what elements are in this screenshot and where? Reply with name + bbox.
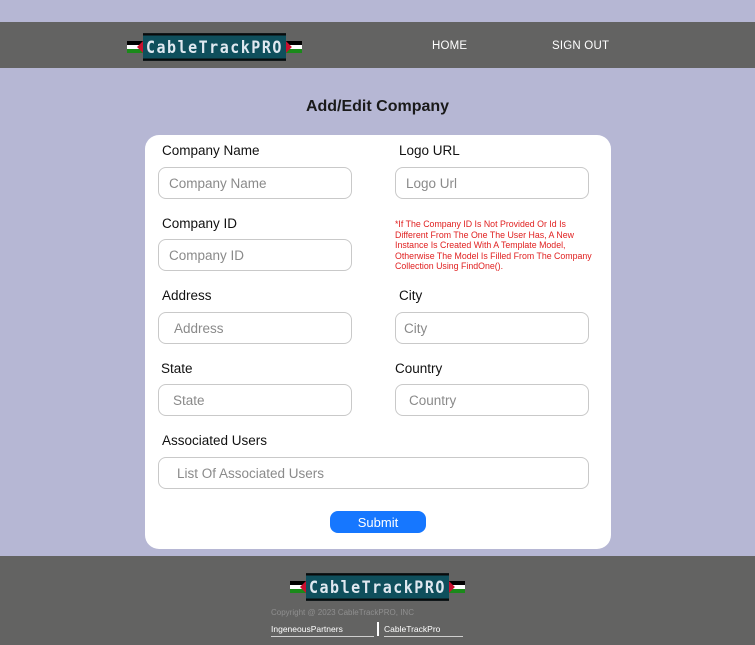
flag-icon xyxy=(448,581,465,593)
city-input[interactable] xyxy=(395,312,589,344)
footer-divider xyxy=(377,622,379,636)
submit-button[interactable]: Submit xyxy=(330,511,426,533)
flag-icon xyxy=(127,41,143,53)
company-id-input[interactable] xyxy=(158,239,352,271)
country-label: Country xyxy=(395,361,443,376)
nav-sign-out-link[interactable]: SIGN OUT xyxy=(552,40,609,52)
page-title: Add/Edit Company xyxy=(305,98,450,115)
footer-link-cabletrackpro[interactable]: CableTrackPro xyxy=(384,624,463,637)
logo-wordmark: CableTrackPRO xyxy=(306,573,449,601)
footer-logo[interactable]: CableTrackPRO xyxy=(290,573,465,601)
associated-users-label: Associated Users xyxy=(162,433,268,448)
state-input[interactable] xyxy=(158,384,352,416)
company-id-note: *If The Company ID Is Not Provided Or Id… xyxy=(395,219,592,271)
address-input[interactable] xyxy=(158,312,352,344)
footer: CableTrackPRO Copyright @ 2023 CableTrac… xyxy=(0,556,755,645)
address-label: Address xyxy=(162,288,212,303)
footer-link-ingeneous-partners[interactable]: IngeneousPartners xyxy=(271,624,374,637)
copyright-text: Copyright @ 2023 CableTrackPRO, INC xyxy=(271,608,414,617)
flag-icon xyxy=(285,41,302,53)
country-input[interactable] xyxy=(395,384,589,416)
logo-url-input[interactable] xyxy=(395,167,589,199)
logo-wordmark: CableTrackPRO xyxy=(143,33,286,61)
company-name-label: Company Name xyxy=(162,143,260,158)
flag-icon xyxy=(290,581,306,593)
navbar xyxy=(0,22,755,68)
company-name-input[interactable] xyxy=(158,167,352,199)
logo-url-label: Logo URL xyxy=(399,143,460,158)
company-id-label: Company ID xyxy=(162,216,238,231)
company-form-card: Company Name Logo URL Company ID *If The… xyxy=(145,135,611,549)
nav-home-link[interactable]: HOME xyxy=(432,40,467,52)
state-label: State xyxy=(161,361,193,376)
city-label: City xyxy=(399,288,423,303)
top-strip xyxy=(0,0,755,22)
header-logo[interactable]: CableTrackPRO xyxy=(127,33,302,61)
associated-users-input[interactable] xyxy=(158,457,589,489)
